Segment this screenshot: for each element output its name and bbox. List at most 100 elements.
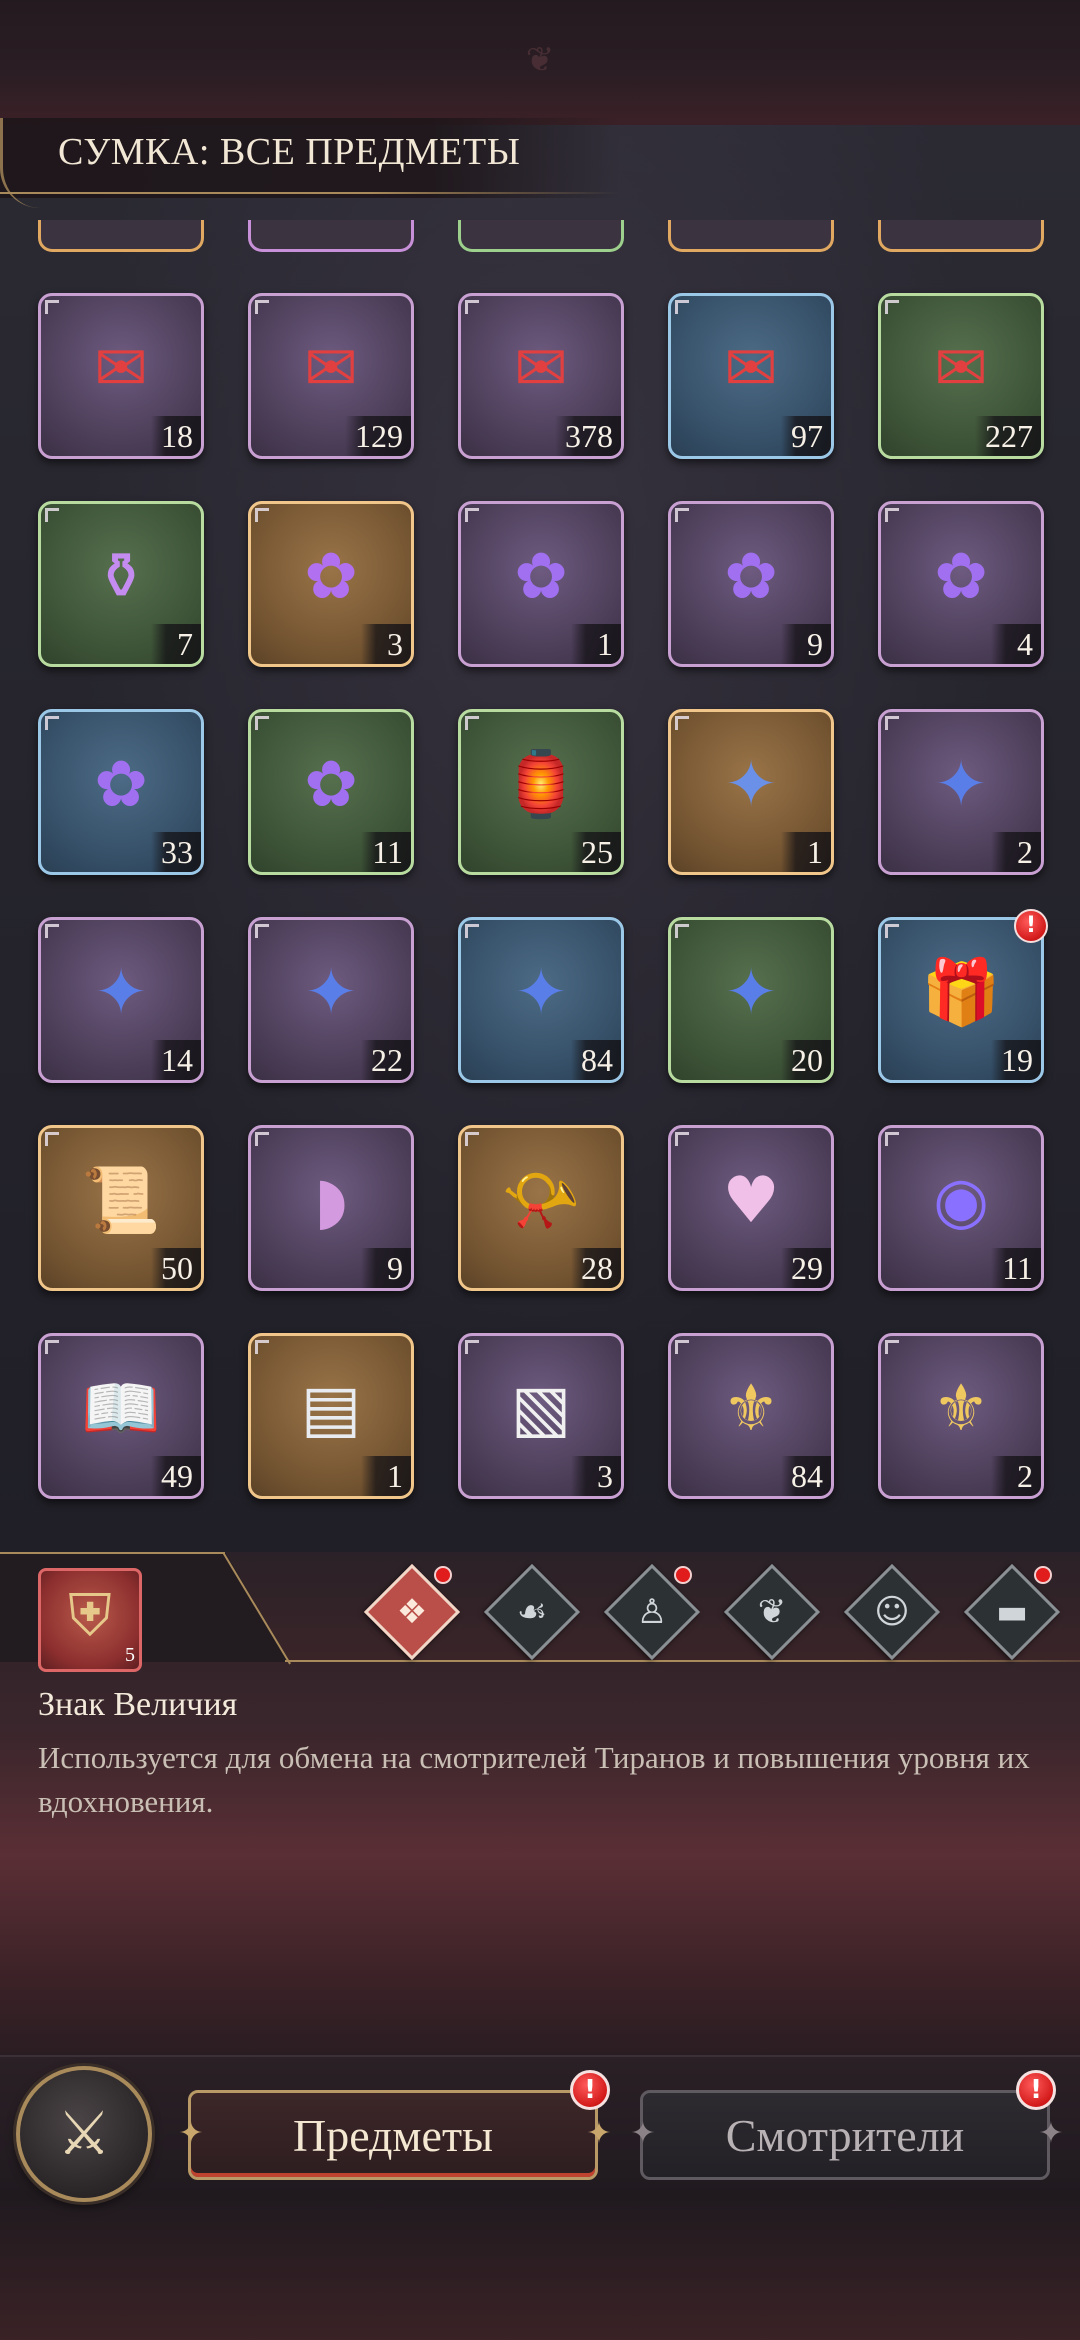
- tile-corner-icon: [255, 1132, 269, 1146]
- selected-item-icon[interactable]: ⛨ 5: [38, 1568, 142, 1672]
- selected-item-count: 5: [125, 1644, 135, 1666]
- item-count: 1: [571, 624, 621, 664]
- item-tile[interactable]: 📖 49: [38, 1333, 204, 1499]
- item-count: 50: [151, 1248, 201, 1288]
- item-tile[interactable]: 📜 50: [38, 1125, 204, 1291]
- purple-ticket-pair-icon: ✿: [94, 748, 148, 822]
- item-count: 97: [781, 416, 831, 456]
- item-tile[interactable]: ◗ 9: [248, 1125, 414, 1291]
- filter-relations[interactable]: ❦: [723, 1563, 821, 1661]
- tile-corner-icon: [465, 300, 479, 314]
- tab-items[interactable]: Предметы: [188, 2090, 598, 2180]
- item-tile[interactable]: ✿ 9: [668, 501, 834, 667]
- item-tile[interactable]: ✿ 4: [878, 501, 1044, 667]
- tile-corner-icon: [885, 508, 899, 522]
- item-tile[interactable]: ▧ 3: [458, 1333, 624, 1499]
- tile-corner-icon: [885, 924, 899, 938]
- filter-all[interactable]: ❖: [363, 1563, 461, 1661]
- tile-corner-icon: [45, 508, 59, 522]
- detail-divider: [0, 1552, 225, 1554]
- item-count: 11: [991, 1248, 1041, 1288]
- item-count: 11: [361, 832, 411, 872]
- tile-corner-icon: [45, 300, 59, 314]
- filter-pets[interactable]: ☺: [843, 1563, 941, 1661]
- home-button[interactable]: ⚔: [16, 2066, 152, 2202]
- item-tile[interactable]: ⚜ 2: [878, 1333, 1044, 1499]
- tile-corner-icon: [45, 1132, 59, 1146]
- item-tile[interactable]: ✉ 129: [248, 293, 414, 459]
- item-tile[interactable]: ✦ 2: [878, 709, 1044, 875]
- partial-item-tile[interactable]: [458, 220, 624, 252]
- partial-item-tile[interactable]: [668, 220, 834, 252]
- item-tile[interactable]: ✦ 20: [668, 917, 834, 1083]
- nav-divider: [0, 2055, 1080, 2057]
- item-tile[interactable]: ◉ 11: [878, 1125, 1044, 1291]
- partial-item-tile[interactable]: [878, 220, 1044, 252]
- item-tile[interactable]: ✉ 227: [878, 293, 1044, 459]
- item-tile[interactable]: ✿ 1: [458, 501, 624, 667]
- emblem-icon: ⚔: [57, 2099, 111, 2169]
- tile-corner-icon: [885, 1132, 899, 1146]
- item-tile[interactable]: ⚜ 84: [668, 1333, 834, 1499]
- tile-corner-icon: [465, 1340, 479, 1354]
- filter-consumables[interactable]: ☙: [483, 1563, 581, 1661]
- red-envelope-blood-icon: ✉: [94, 332, 148, 406]
- blue-ticket-bat-icon: ✦: [934, 748, 988, 822]
- cat-face-icon: ☺: [874, 1592, 910, 1632]
- item-count: 49: [151, 1456, 201, 1496]
- tile-corner-icon: [465, 1132, 479, 1146]
- tile-corner-icon: [255, 1340, 269, 1354]
- item-tile[interactable]: ✦ 14: [38, 917, 204, 1083]
- item-tile[interactable]: ✦ 22: [248, 917, 414, 1083]
- item-tile[interactable]: ✦ 84: [458, 917, 624, 1083]
- page-title: СУМКА: ВСЕ ПРЕДМЕТЫ: [58, 131, 521, 173]
- item-tile[interactable]: ✉ 18: [38, 293, 204, 459]
- item-tile[interactable]: 🎁 19: [878, 917, 1044, 1083]
- item-count: 1: [781, 832, 831, 872]
- tab-keepers[interactable]: Смотрители: [640, 2090, 1050, 2180]
- item-tile[interactable]: ✿ 33: [38, 709, 204, 875]
- tile-corner-icon: [675, 300, 689, 314]
- item-count: 84: [571, 1040, 621, 1080]
- item-tile[interactable]: 📯 28: [458, 1125, 624, 1291]
- lantern-icon: 🏮: [501, 748, 581, 822]
- tile-corner-icon: [255, 716, 269, 730]
- tab-ornament-icon: ✦: [630, 2116, 656, 2151]
- black-ticket-flower-icon: ✿: [304, 540, 358, 614]
- item-tile[interactable]: ⚱ 7: [38, 501, 204, 667]
- selected-item-description: Используется для обмена на смотрителей Т…: [38, 1740, 1030, 1819]
- item-tile[interactable]: ✿ 3: [248, 501, 414, 667]
- item-count: 227: [975, 416, 1041, 456]
- item-count: 9: [781, 624, 831, 664]
- item-tile[interactable]: ✦ 1: [668, 709, 834, 875]
- item-count: 2: [991, 1456, 1041, 1496]
- filter-chests[interactable]: ▬: [963, 1563, 1061, 1661]
- partial-item-tile[interactable]: [248, 220, 414, 252]
- item-count: 28: [571, 1248, 621, 1288]
- item-count: 84: [781, 1456, 831, 1496]
- item-tile[interactable]: ✿ 11: [248, 709, 414, 875]
- item-tile[interactable]: ▤ 1: [248, 1333, 414, 1499]
- tab-keepers-badge: !: [1016, 2070, 1056, 2110]
- item-count: 9: [361, 1248, 411, 1288]
- item-count: 1: [361, 1456, 411, 1496]
- item-tile[interactable]: ✉ 97: [668, 293, 834, 459]
- filter-keepers[interactable]: ♙: [603, 1563, 701, 1661]
- red-envelopes-bundle-icon: ✉: [514, 332, 568, 406]
- tile-corner-icon: [45, 1340, 59, 1354]
- heart-frame-icon: ♥: [722, 1164, 780, 1238]
- item-count: 20: [781, 1040, 831, 1080]
- blue-tickets-stack-bat-icon: ✦: [304, 956, 358, 1030]
- item-tile[interactable]: ✉ 378: [458, 293, 624, 459]
- item-tile[interactable]: 🏮 25: [458, 709, 624, 875]
- partial-item-tile[interactable]: [38, 220, 204, 252]
- tile-corner-icon: [465, 716, 479, 730]
- tile-corner-icon: [45, 924, 59, 938]
- gift-box-icon: 🎁: [921, 956, 1001, 1030]
- tile-corner-icon: [885, 300, 899, 314]
- item-tile[interactable]: ♥ 29: [668, 1125, 834, 1291]
- hearts-icon: ❦: [757, 1592, 787, 1632]
- tile-corner-icon: [675, 508, 689, 522]
- tab-ornament-icon: ✦: [1038, 2116, 1064, 2151]
- item-count: 129: [345, 416, 411, 456]
